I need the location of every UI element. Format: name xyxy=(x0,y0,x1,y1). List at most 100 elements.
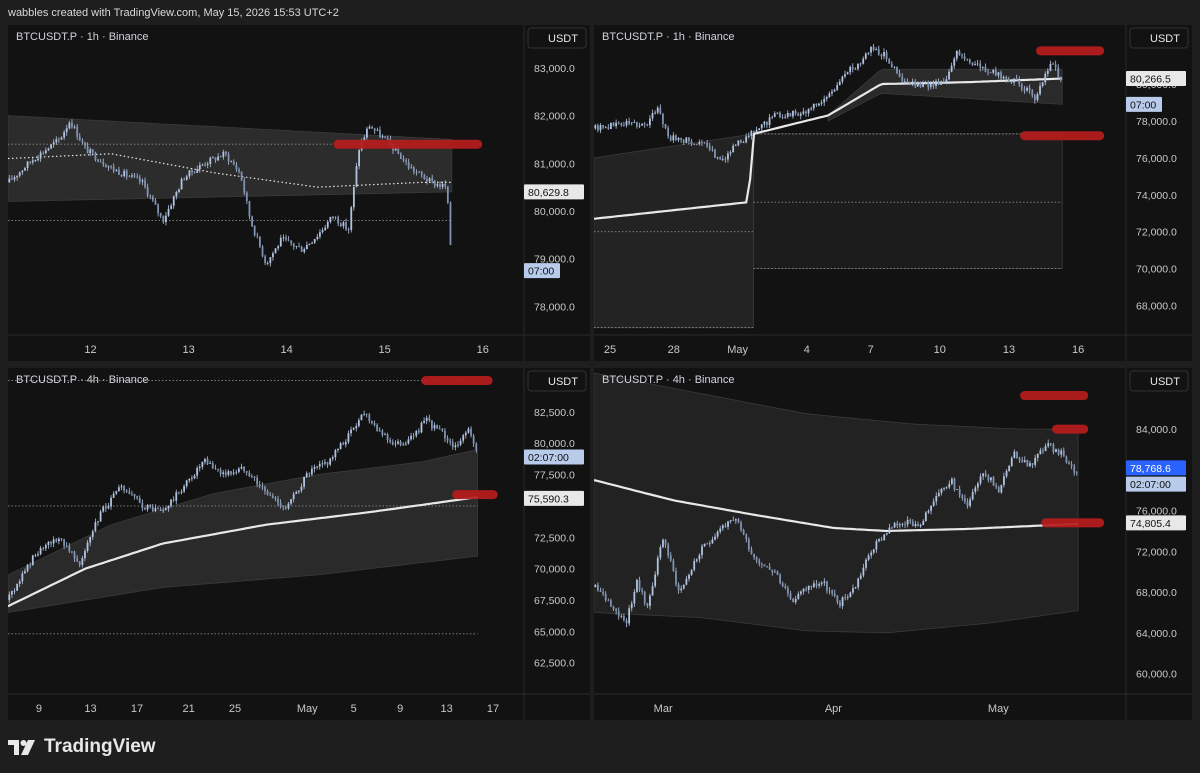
candle-body xyxy=(732,520,735,521)
candle-body xyxy=(279,502,282,507)
candle-body xyxy=(433,180,436,186)
candle-body xyxy=(1010,457,1013,466)
candle-body xyxy=(337,448,339,451)
candle-body xyxy=(740,140,742,143)
candle-body xyxy=(703,543,706,547)
x-tick-label: 9 xyxy=(36,703,42,715)
candle-body xyxy=(204,459,206,462)
candle-body xyxy=(360,414,363,421)
candle-body xyxy=(441,429,444,431)
candle-body xyxy=(97,159,99,162)
candle-body xyxy=(885,51,888,60)
candle-body xyxy=(287,503,290,509)
candle-body xyxy=(979,63,982,68)
candle-body xyxy=(1062,450,1065,457)
candle-body xyxy=(175,492,178,501)
candle-body xyxy=(667,544,670,556)
price-tag-label: 07:00 xyxy=(1130,99,1156,111)
chart-panel-1h-left[interactable]: USDT 83,000.0 82,000.0 81,000.0 80,000.0 79,0… xyxy=(8,25,590,361)
candle-body xyxy=(118,169,120,175)
candle-body xyxy=(146,505,149,510)
candle-body xyxy=(256,235,259,237)
candle-body xyxy=(1003,476,1005,485)
candle-body xyxy=(131,175,133,177)
candle-body xyxy=(982,473,985,477)
candle-body xyxy=(47,541,50,545)
candle-body xyxy=(290,240,293,244)
chart-panel-1h-right[interactable]: USDT80,000.078,000.076,000.074,000.072,0… xyxy=(594,25,1192,361)
candle-body xyxy=(693,560,696,570)
candle-body xyxy=(943,487,945,489)
candle-body xyxy=(329,216,332,222)
volatility-band-0 xyxy=(594,133,754,328)
candle-body xyxy=(391,442,394,445)
candle-body xyxy=(805,111,807,114)
candle-body xyxy=(1052,63,1054,65)
candle-body xyxy=(872,46,875,51)
candle-body xyxy=(120,486,123,488)
chart-panel-4h-left[interactable]: USDT 82,500.0 80,000.0 77,500.0 72,500.0 70,0… xyxy=(8,368,590,720)
candle-body xyxy=(844,597,847,599)
candle-body xyxy=(838,81,841,86)
candle-body xyxy=(857,63,859,69)
candle-body xyxy=(742,530,745,535)
x-tick-label: 25 xyxy=(604,344,616,356)
candle-body xyxy=(701,546,703,556)
candle-body xyxy=(415,171,418,173)
candle-body xyxy=(65,128,68,133)
y-tick-label: 76,000.0 xyxy=(1136,153,1177,165)
candle-body xyxy=(1021,460,1024,462)
candle-body xyxy=(867,555,870,560)
candle-body xyxy=(719,157,722,160)
candle-body xyxy=(444,183,447,187)
chart-panel-4h-right[interactable]: USDT84,000.080,000.076,000.072,000.068,0… xyxy=(594,368,1192,720)
candle-body xyxy=(149,505,152,507)
x-tick-label: 21 xyxy=(182,703,194,715)
x-tick-label: 12 xyxy=(84,344,96,356)
candle-body xyxy=(690,141,693,145)
candle-body xyxy=(862,58,865,64)
candle-body xyxy=(193,475,196,479)
candle-body xyxy=(402,444,405,446)
candle-body xyxy=(180,179,183,190)
candle-body xyxy=(37,554,39,556)
candle-body xyxy=(188,478,191,481)
tradingview-logo[interactable]: TradingView xyxy=(8,736,156,758)
y-tick-label: 72,000.0 xyxy=(1136,546,1177,558)
candle-body xyxy=(620,123,623,126)
candle-body xyxy=(97,521,99,523)
candle-body xyxy=(758,560,761,564)
candle-body xyxy=(329,458,332,465)
candle-body xyxy=(828,93,831,98)
candle-body xyxy=(737,519,740,523)
candle-body xyxy=(633,591,636,604)
y-tick-label: 68,000.0 xyxy=(1136,587,1177,599)
candle-body xyxy=(1073,466,1076,473)
candle-body xyxy=(677,584,680,591)
candle-body xyxy=(251,476,253,477)
candle-body xyxy=(331,457,334,459)
candle-body xyxy=(1036,453,1039,458)
candle-body xyxy=(308,473,311,475)
candle-body xyxy=(60,538,63,540)
candle-body xyxy=(285,237,287,240)
candle-body xyxy=(911,521,914,527)
candle-body xyxy=(802,588,805,592)
candle-body xyxy=(617,122,620,124)
candle-body xyxy=(602,125,605,128)
candle-body xyxy=(209,157,212,164)
candle-body xyxy=(880,539,883,541)
candle-body xyxy=(446,438,449,441)
candle-body xyxy=(1000,72,1002,79)
candle-body xyxy=(238,169,240,172)
candle-body xyxy=(612,122,615,127)
candle-body xyxy=(433,425,436,429)
candle-body xyxy=(948,483,951,488)
candle-body xyxy=(245,192,248,202)
candle-body xyxy=(708,543,711,545)
candle-body xyxy=(399,153,402,159)
candle-body xyxy=(16,583,19,591)
candle-body xyxy=(820,102,823,104)
candle-body xyxy=(154,507,157,511)
candle-body xyxy=(989,72,992,74)
